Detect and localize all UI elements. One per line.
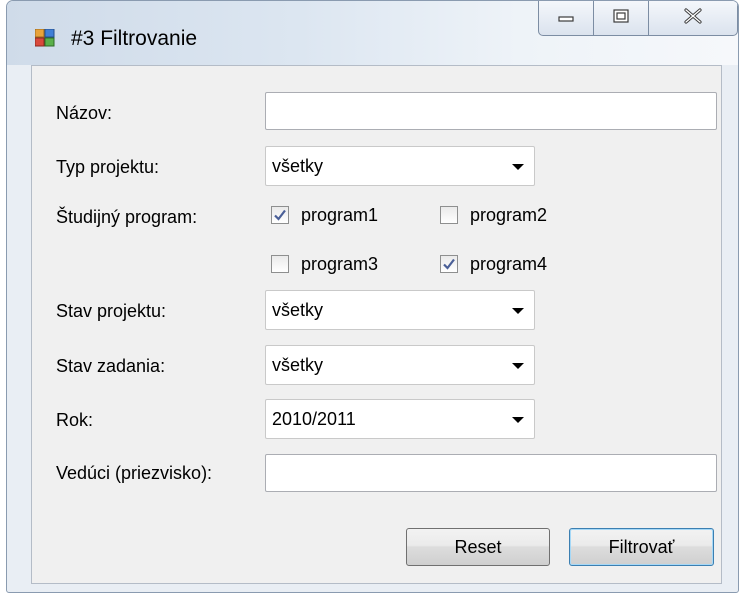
project-type-select[interactable]: všetky <box>265 146 535 186</box>
project-state-value: všetky <box>272 300 324 320</box>
window-controls <box>538 1 738 37</box>
supervisor-input[interactable] <box>265 454 717 492</box>
maximize-button[interactable] <box>593 1 649 36</box>
checkbox-box[interactable] <box>440 206 458 224</box>
close-icon <box>684 7 702 29</box>
title-bar[interactable]: #3 Filtrovanie <box>7 1 738 65</box>
assignment-state-select[interactable]: všetky <box>265 345 535 385</box>
maximize-icon <box>613 8 629 28</box>
name-input[interactable] <box>265 92 717 130</box>
checkbox-box[interactable] <box>271 206 289 224</box>
window-title: #3 Filtrovanie <box>71 27 198 50</box>
checkbox-label: program2 <box>470 204 548 225</box>
checkbox-program2[interactable]: program2 <box>440 203 547 227</box>
year-label: Rok: <box>56 410 94 430</box>
chevron-down-icon <box>512 164 524 170</box>
project-state-select[interactable]: všetky <box>265 290 535 330</box>
chevron-down-icon <box>512 308 524 314</box>
checkbox-box[interactable] <box>440 255 458 273</box>
project-state-label: Stav projektu: <box>56 301 167 321</box>
supervisor-label: Vedúci (priezvisko): <box>56 463 213 483</box>
assignment-state-label: Stav zadania: <box>56 356 166 376</box>
minimize-button[interactable] <box>538 1 594 36</box>
name-label: Názov: <box>56 103 113 123</box>
form-app-icon <box>34 28 55 47</box>
year-select[interactable]: 2010/2011 <box>265 399 535 439</box>
minimize-icon <box>558 9 574 27</box>
assignment-state-value: všetky <box>272 355 324 375</box>
checkbox-program1[interactable]: program1 <box>271 203 378 227</box>
project-type-value: všetky <box>272 156 324 176</box>
checkbox-label: program4 <box>470 253 548 274</box>
dialog-window: #3 Filtrovanie Názov: Typ projektu: všet… <box>6 0 739 593</box>
form-body: Názov: Typ projektu: všetky Študijný pro… <box>31 65 722 584</box>
reset-button[interactable]: Reset <box>406 528 550 566</box>
checkbox-program4[interactable]: program4 <box>440 252 547 276</box>
checkbox-box[interactable] <box>271 255 289 273</box>
year-value: 2010/2011 <box>272 409 356 429</box>
filter-button[interactable]: Filtrovať <box>569 528 714 566</box>
checkbox-label: program1 <box>301 204 379 225</box>
study-program-label: Študijný program: <box>56 207 198 227</box>
checkbox-label: program3 <box>301 253 379 274</box>
chevron-down-icon <box>512 417 524 423</box>
project-type-label: Typ projektu: <box>56 157 160 177</box>
checkbox-program3[interactable]: program3 <box>271 252 378 276</box>
chevron-down-icon <box>512 363 524 369</box>
close-button[interactable] <box>648 1 738 36</box>
